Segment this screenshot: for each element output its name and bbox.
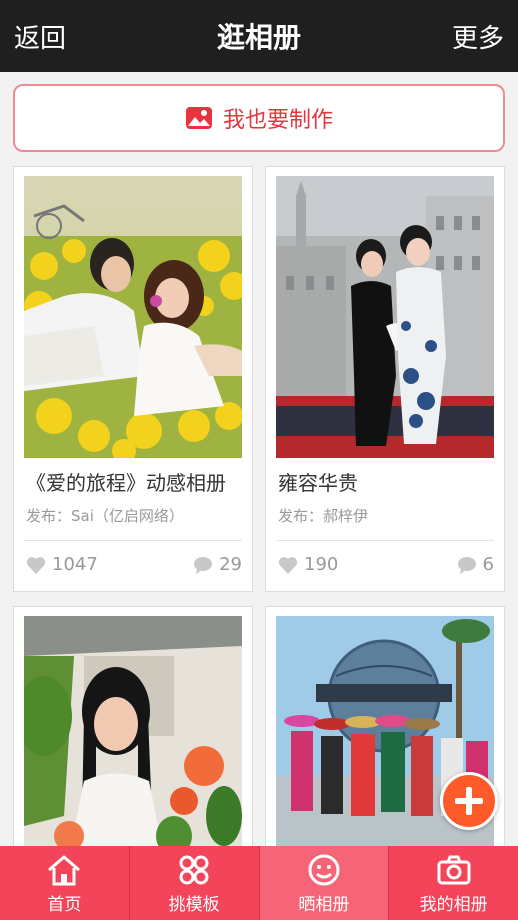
heart-icon bbox=[278, 556, 298, 574]
comment-count[interactable]: 29 bbox=[193, 554, 242, 575]
more-button[interactable]: 更多 bbox=[452, 18, 504, 55]
album-card[interactable]: 雍容华贵 发布：郝梓伊 190 6 bbox=[265, 166, 505, 592]
tab-my-albums-label: 我的相册 bbox=[419, 895, 488, 915]
bottom-tab-bar: 首页 挑模板 晒相册 我的相册 bbox=[0, 846, 518, 920]
home-icon bbox=[48, 855, 81, 886]
photo-icon bbox=[185, 107, 212, 129]
comment-count[interactable]: 6 bbox=[457, 554, 494, 575]
album-cover-image bbox=[24, 616, 242, 856]
album-author: 发布：Sai（亿启网络） bbox=[26, 507, 184, 525]
album-card[interactable]: 《爱的旅程》动感相册 发布：Sai（亿启网络） 1047 29 bbox=[13, 166, 253, 592]
tab-templates-label: 挑模板 bbox=[168, 895, 220, 915]
heart-icon bbox=[26, 556, 46, 574]
like-count[interactable]: 1047 bbox=[26, 554, 98, 575]
top-bar: 返回 逛相册 更多 bbox=[0, 0, 518, 72]
album-cover-image bbox=[276, 176, 494, 458]
album-title: 《爱的旅程》动感相册 bbox=[26, 471, 226, 495]
album-title: 雍容华贵 bbox=[278, 471, 358, 495]
tab-share-albums[interactable]: 晒相册 bbox=[259, 846, 390, 920]
tab-templates[interactable]: 挑模板 bbox=[129, 846, 260, 920]
comment-icon bbox=[457, 556, 476, 574]
card-divider bbox=[276, 540, 494, 541]
like-count[interactable]: 190 bbox=[278, 554, 338, 575]
album-card[interactable] bbox=[13, 606, 253, 866]
plus-icon bbox=[455, 787, 483, 815]
comment-count-value: 6 bbox=[482, 554, 494, 575]
comment-count-value: 29 bbox=[219, 554, 242, 575]
page-title: 逛相册 bbox=[216, 21, 301, 54]
camera-icon bbox=[437, 855, 471, 885]
album-cover-image bbox=[24, 176, 242, 458]
face-icon bbox=[308, 854, 340, 886]
make-album-button[interactable]: 我也要制作 bbox=[13, 84, 505, 152]
tab-share-albums-label: 晒相册 bbox=[298, 895, 350, 915]
like-count-value: 190 bbox=[304, 554, 339, 575]
tab-home-label: 首页 bbox=[47, 895, 82, 915]
card-divider bbox=[24, 540, 242, 541]
like-count-value: 1047 bbox=[52, 554, 98, 575]
tab-home[interactable]: 首页 bbox=[0, 846, 130, 920]
album-author: 发布：郝梓伊 bbox=[278, 507, 369, 525]
add-button[interactable] bbox=[440, 772, 498, 830]
template-icon bbox=[179, 855, 209, 885]
comment-icon bbox=[194, 556, 213, 574]
tab-my-albums[interactable]: 我的相册 bbox=[389, 846, 518, 920]
make-album-label: 我也要制作 bbox=[222, 108, 333, 133]
